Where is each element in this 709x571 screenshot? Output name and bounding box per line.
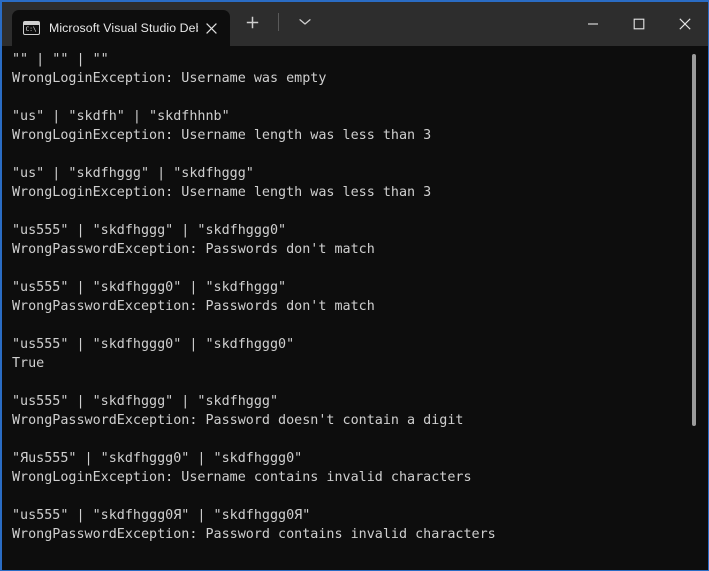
minimize-button[interactable] (570, 2, 616, 46)
title-bar[interactable]: C:\ Microsoft Visual Studio Debug (2, 2, 708, 46)
new-tab-icon[interactable] (236, 7, 268, 37)
window-controls (570, 2, 708, 46)
scrollbar-thumb[interactable] (692, 54, 696, 426)
terminal-window: C:\ Microsoft Visual Studio Debug (0, 0, 709, 571)
tab-title: Microsoft Visual Studio Debug (49, 21, 198, 35)
console-scrollbar[interactable] (692, 46, 696, 569)
chevron-down-icon[interactable] (289, 7, 321, 37)
tab-strip-divider (278, 13, 279, 31)
console-cmd-icon: C:\ (23, 21, 40, 35)
tab-strip-actions (230, 2, 321, 46)
tab-strip: C:\ Microsoft Visual Studio Debug (2, 2, 230, 46)
console-cmd-icon-text: C:\ (25, 25, 37, 33)
tab-microsoft-visual-studio-debug[interactable]: C:\ Microsoft Visual Studio Debug (12, 10, 230, 46)
console-output-area[interactable]: "" | "" | "" WrongLoginException: Userna… (2, 46, 708, 569)
console-output-text: "" | "" | "" WrongLoginException: Userna… (12, 52, 496, 542)
close-button[interactable] (662, 2, 708, 46)
tab-close-icon[interactable] (198, 15, 224, 41)
maximize-button[interactable] (616, 2, 662, 46)
